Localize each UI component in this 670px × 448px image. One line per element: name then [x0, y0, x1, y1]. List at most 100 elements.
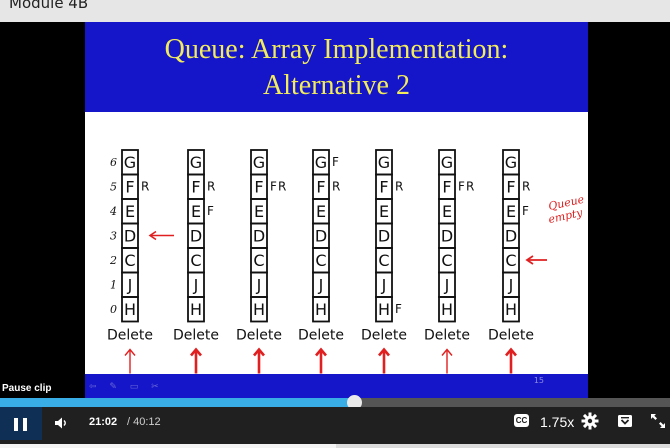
- gear-icon[interactable]: [581, 412, 599, 430]
- front-marker: F: [207, 204, 214, 218]
- progress-fill: [0, 398, 354, 407]
- cell-letter: D: [253, 227, 265, 246]
- pause-button[interactable]: [0, 407, 42, 440]
- rear-marker: R: [522, 180, 530, 194]
- tray-icon[interactable]: [617, 414, 633, 428]
- cell-letter: D: [124, 227, 136, 246]
- progress-bar[interactable]: [0, 395, 670, 410]
- delete-label: Delete: [236, 328, 282, 344]
- rear-marker: R: [207, 180, 215, 194]
- cell-letter: C: [190, 251, 201, 270]
- slide-number: 15: [533, 376, 544, 385]
- cell-letter: D: [378, 227, 390, 246]
- delete-label: Delete: [488, 328, 534, 344]
- slide-footer: ⇦ ✎ ▭ ✂ 15: [85, 374, 588, 400]
- cell-letter: C: [315, 251, 326, 270]
- cell-letter: J: [508, 276, 514, 295]
- cell-letter: J: [193, 276, 199, 295]
- pause-icon: [14, 418, 18, 431]
- delete-label: Delete: [361, 328, 407, 344]
- cell-letter: H: [441, 300, 453, 319]
- cell-letter: E: [254, 202, 264, 221]
- pause-icon-bar: [23, 418, 27, 431]
- cell-letter: E: [316, 202, 326, 221]
- cell-letter: H: [505, 300, 517, 319]
- cell-letter: D: [190, 227, 202, 246]
- cell-letter: J: [381, 276, 387, 295]
- row-number: 2: [109, 254, 117, 267]
- fullscreen-icon[interactable]: [650, 413, 666, 429]
- cell-letter: G: [253, 153, 265, 172]
- row-number: 3: [110, 230, 117, 243]
- cell-letter: J: [318, 276, 324, 295]
- delete-label: Delete: [298, 328, 344, 344]
- front-marker: F: [458, 180, 465, 194]
- cell-letter: C: [253, 251, 264, 270]
- module-title: Module 4B: [9, 0, 89, 12]
- delete-label: Delete: [424, 328, 470, 344]
- cell-letter: H: [190, 300, 202, 319]
- bottom-strip: [0, 444, 670, 448]
- slide-title-line-1: Queue: Array Implementation:: [164, 34, 509, 65]
- slide-title-line-2: Alternative 2: [263, 70, 410, 101]
- cell-letter: F: [442, 178, 451, 197]
- cell-letter: J: [256, 276, 262, 295]
- slide: Queue: Array Implementation: Alternative…: [85, 22, 588, 400]
- row-number: 6: [110, 156, 117, 169]
- closed-captions-icon[interactable]: CC: [514, 414, 529, 427]
- front-marker: F: [395, 302, 402, 316]
- rear-marker: R: [332, 180, 340, 194]
- row-number: 4: [109, 205, 117, 218]
- front-marker: F: [332, 155, 339, 169]
- cell-letter: C: [441, 251, 452, 270]
- volume-icon[interactable]: [54, 416, 68, 430]
- cell-letter: D: [505, 227, 517, 246]
- front-marker: F: [270, 180, 277, 194]
- rear-marker: R: [466, 180, 474, 194]
- cell-letter: H: [315, 300, 327, 319]
- pause-tooltip: Pause clip: [2, 383, 52, 394]
- cell-letter: C: [378, 251, 389, 270]
- cell-letter: H: [253, 300, 265, 319]
- playback-speed[interactable]: 1.75x: [540, 414, 574, 430]
- video-player[interactable]: Queue: Array Implementation: Alternative…: [0, 22, 670, 448]
- cell-letter: F: [379, 178, 388, 197]
- row-number: 0: [110, 303, 117, 316]
- delete-label: Delete: [107, 328, 153, 344]
- cell-letter: J: [127, 276, 133, 295]
- cell-letter: G: [190, 153, 202, 172]
- queue-diagram: GFEDCJH6543210RDeleteGFEDCJHFRDeleteGFED…: [107, 149, 586, 374]
- cell-letter: C: [505, 251, 516, 270]
- cell-letter: F: [506, 178, 515, 197]
- cell-letter: F: [125, 178, 134, 197]
- cell-letter: E: [191, 202, 201, 221]
- rear-marker: R: [278, 180, 286, 194]
- row-number: 5: [110, 181, 117, 194]
- cell-letter: C: [124, 251, 135, 270]
- rear-marker: R: [141, 180, 149, 194]
- cell-letter: G: [441, 153, 453, 172]
- row-number: 1: [110, 279, 117, 292]
- cell-letter: G: [124, 153, 136, 172]
- cell-letter: E: [379, 202, 389, 221]
- delete-label: Delete: [173, 328, 219, 344]
- top-bar: Module 4B: [0, 0, 670, 22]
- control-bar: 21:02 / 40:12 CC 1.75x: [0, 407, 670, 448]
- pen-toolbar[interactable]: ⇦ ✎ ▭ ✂: [89, 382, 164, 392]
- cell-letter: G: [315, 153, 327, 172]
- cell-letter: J: [444, 276, 450, 295]
- current-time: 21:02: [89, 416, 118, 428]
- cell-letter: G: [378, 153, 390, 172]
- duration: / 40:12: [127, 416, 161, 428]
- cell-letter: D: [441, 227, 453, 246]
- front-marker: F: [522, 204, 529, 218]
- cell-letter: H: [124, 300, 136, 319]
- cell-letter: E: [125, 202, 135, 221]
- cell-letter: F: [191, 178, 200, 197]
- cell-letter: E: [442, 202, 452, 221]
- cell-letter: F: [316, 178, 325, 197]
- cell-letter: F: [254, 178, 263, 197]
- cell-letter: E: [506, 202, 516, 221]
- rear-marker: R: [395, 180, 403, 194]
- bottom-tab: [0, 444, 336, 448]
